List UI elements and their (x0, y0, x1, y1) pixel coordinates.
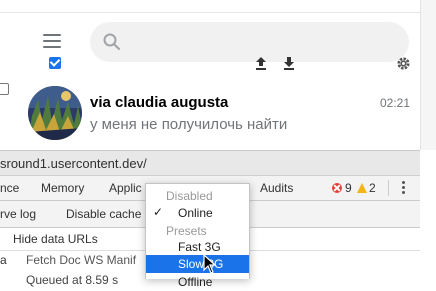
hide-data-urls-checkbox[interactable] (0, 83, 9, 95)
queued-timing: Queued at 8.59 s (26, 273, 119, 287)
option-offline[interactable]: Offline (146, 273, 249, 291)
tab-performance[interactable]: nce (0, 181, 19, 195)
resource-type-filters[interactable]: Fetch Doc WS Manif (26, 253, 136, 267)
chat-list-item[interactable]: via claudia augusta 02:21 у меня не полу… (0, 82, 420, 152)
row-left-fragment: a (0, 253, 7, 267)
avatar (28, 86, 82, 140)
tab-memory[interactable]: Memory (41, 181, 84, 195)
tab-audits[interactable]: Audits (260, 181, 293, 195)
disabled-group-header: Disabled (166, 189, 213, 203)
throttling-dropdown: Disabled ✓ Online Presets Fast 3G Slow 3… (145, 183, 250, 289)
divider (388, 180, 389, 196)
checkmark-icon: ✓ (153, 205, 164, 219)
more-options-icon[interactable] (401, 181, 405, 195)
option-slow-3g[interactable]: Slow 3G (146, 255, 249, 273)
presets-group-header: Presets (166, 224, 207, 238)
disable-cache-checkbox[interactable] (49, 57, 61, 69)
import-har-icon[interactable] (255, 56, 267, 70)
chat-timestamp: 02:21 (380, 96, 411, 110)
settings-gear-icon[interactable] (396, 56, 411, 71)
scrollbar[interactable] (420, 0, 436, 150)
export-har-icon[interactable] (283, 56, 295, 70)
hide-data-urls-label[interactable]: Hide data URLs (13, 232, 98, 246)
devtools-url: sround1.usercontent.dev/ (0, 156, 147, 171)
mouse-pointer-icon (203, 254, 217, 274)
preserve-log-label[interactable]: rve log (0, 207, 36, 221)
option-online[interactable]: ✓ Online (146, 204, 249, 222)
chat-title: via claudia augusta (90, 94, 229, 111)
warning-icon[interactable] (357, 183, 367, 193)
app-header (0, 0, 420, 80)
top-strip (0, 0, 420, 13)
search-icon (103, 33, 120, 50)
warning-count[interactable]: 2 (369, 181, 376, 195)
menu-icon[interactable] (43, 34, 61, 48)
option-fast-3g[interactable]: Fast 3G (146, 238, 249, 256)
error-icon[interactable] (332, 183, 342, 193)
search-input[interactable] (90, 22, 409, 62)
error-count[interactable]: 9 (345, 181, 352, 195)
tab-application[interactable]: Applic (109, 181, 142, 195)
devtools-title-bar: sround1.usercontent.dev/ (0, 151, 420, 176)
chat-preview: у меня не получилочь найти (90, 116, 288, 133)
disable-cache-label[interactable]: Disable cache (66, 207, 141, 221)
